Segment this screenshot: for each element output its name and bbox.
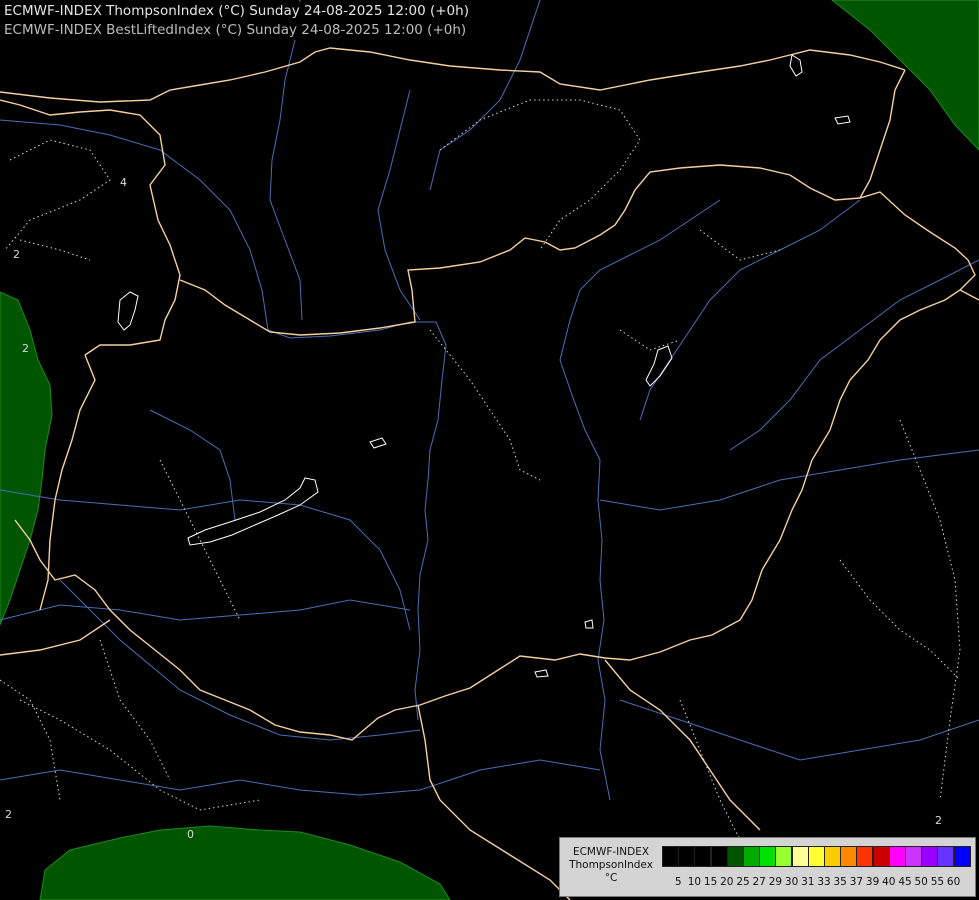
legend-swatch xyxy=(791,846,809,867)
legend-swatch xyxy=(726,846,744,867)
contour-label: 2 xyxy=(935,814,942,827)
title-best-lifted-index: ECMWF-INDEX BestLiftedIndex (°C) Sunday … xyxy=(4,22,467,38)
legend-swatch xyxy=(710,846,728,867)
legend-index-name: ThompsonIndex xyxy=(569,859,653,871)
legend-swatch xyxy=(743,846,760,867)
contour-label: 4 xyxy=(120,176,127,189)
legend-swatch xyxy=(662,846,679,867)
legend-swatch xyxy=(937,846,955,867)
legend-swatch xyxy=(888,846,906,867)
legend-swatch xyxy=(953,846,971,867)
contour-label: 2 xyxy=(5,808,12,821)
contour-label: 2 xyxy=(22,342,29,355)
legend-swatch xyxy=(759,846,777,867)
contour-label: 0 xyxy=(187,828,194,841)
legend-swatch xyxy=(840,846,858,867)
title-thompson-index: ECMWF-INDEX ThompsonIndex (°C) Sunday 24… xyxy=(4,3,469,19)
legend-title: ECMWF-INDEX ThompsonIndex °C xyxy=(562,846,660,885)
legend-model-name: ECMWF-INDEX xyxy=(572,846,650,858)
legend-swatch xyxy=(905,846,922,867)
legend-swatch xyxy=(678,846,696,867)
legend-swatch xyxy=(775,846,793,867)
legend-swatch xyxy=(921,846,939,867)
legend-tick-label: 60 xyxy=(946,876,961,888)
legend-swatch xyxy=(856,846,874,867)
legend-swatch xyxy=(807,846,825,867)
contour-label: 2 xyxy=(13,248,20,261)
map-background xyxy=(0,0,979,900)
legend-swatch xyxy=(694,846,712,867)
map-title: ECMWF-INDEX ThompsonIndex (°C) Sunday 24… xyxy=(0,2,473,40)
weather-map: 2 2 4 2 2 0 xyxy=(0,0,979,900)
legend-swatch xyxy=(824,846,841,867)
legend-swatch xyxy=(872,846,890,867)
color-legend: ECMWF-INDEX ThompsonIndex °C 5 10 15 20 25 27… xyxy=(559,837,976,897)
legend-unit: °C xyxy=(604,872,618,884)
